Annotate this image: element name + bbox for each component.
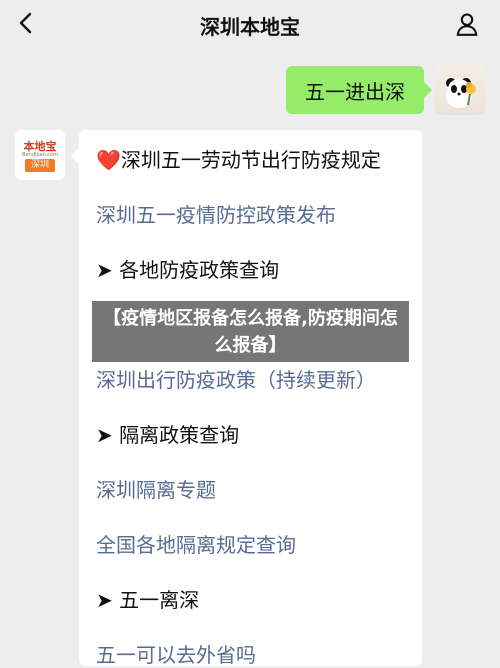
outgoing-message[interactable]: 五一进出深 xyxy=(286,66,432,114)
message-line-4: ➤ 五一离深 xyxy=(96,588,200,612)
overlay-line-1: 【疫情地区报备怎么报备,防疫期间怎 xyxy=(103,308,398,329)
message-line-1: ❤️深圳五一劳动节出行防疫规定 xyxy=(96,148,381,172)
brand-logo-city: 深圳 xyxy=(25,159,55,172)
panda-avatar-icon xyxy=(446,78,476,108)
overlay-line-2: 么报备】 xyxy=(214,335,287,356)
top-bar: 深圳本地宝 xyxy=(0,0,500,46)
policy-link-4[interactable]: 全国各地隔离规定查询 xyxy=(96,529,296,558)
brand-logo-sub: Bendibao.com xyxy=(22,152,58,158)
policy-link-5[interactable]: 五一可以去外省吗 xyxy=(96,639,256,668)
policy-link-3[interactable]: 深圳隔离专题 xyxy=(96,474,216,503)
official-account-avatar[interactable]: 本地宝 Bendibao.com 深圳 xyxy=(15,130,65,180)
watermark-overlay: 【疫情地区报备怎么报备,防疫期间怎 么报备】 xyxy=(92,301,409,362)
outgoing-message-text: 五一进出深 xyxy=(305,79,405,104)
policy-link-2[interactable]: 深圳出行防疫政策（持续更新） xyxy=(96,364,376,393)
page-title: 深圳本地宝 xyxy=(200,15,300,39)
message-line-3: ➤ 隔离政策查询 xyxy=(96,423,240,447)
incoming-message: ❤️深圳五一劳动节出行防疫规定 深圳五一疫情防控政策发布 ➤ 各地防疫政策查询 … xyxy=(71,130,422,668)
message-line-2: ➤ 各地防疫政策查询 xyxy=(96,258,280,282)
policy-link-1[interactable]: 深圳五一疫情防控政策发布 xyxy=(96,199,336,228)
user-icon[interactable] xyxy=(454,11,480,37)
user-avatar[interactable] xyxy=(435,65,485,115)
